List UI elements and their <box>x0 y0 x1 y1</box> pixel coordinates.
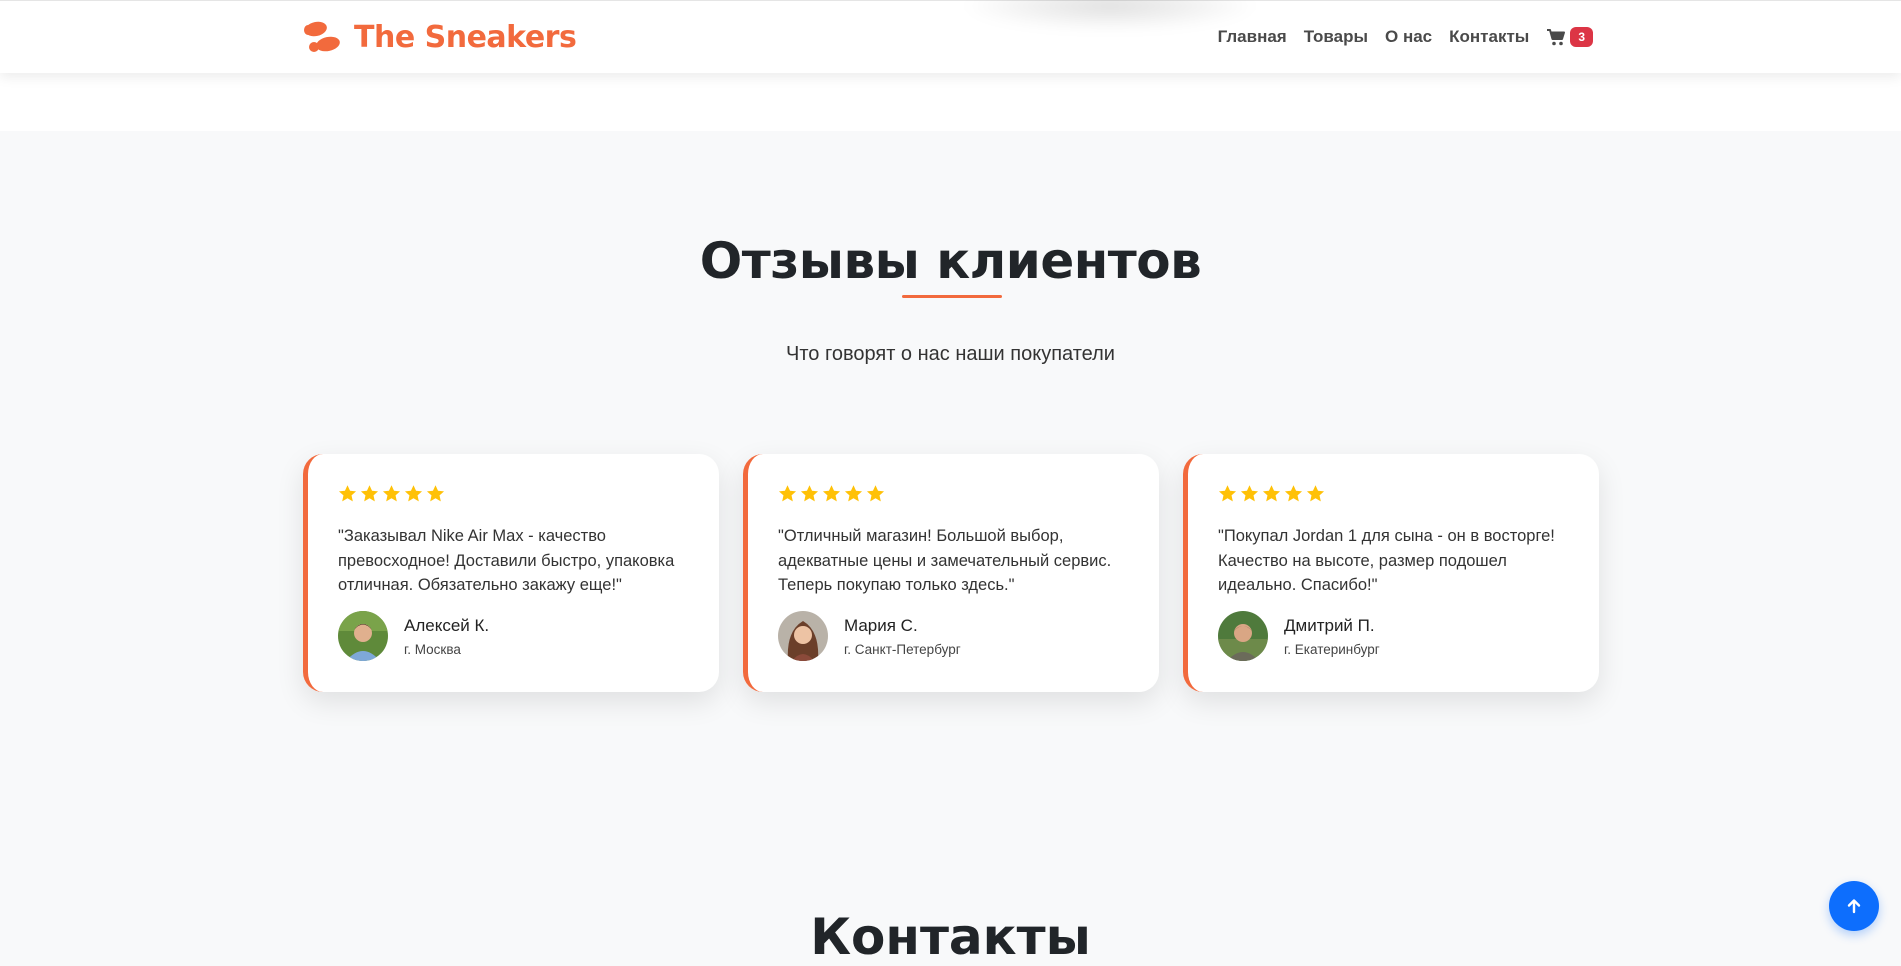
shoe-prints-icon <box>304 21 340 52</box>
rating-stars <box>338 484 691 504</box>
author-name: Мария С. <box>844 615 918 635</box>
review-text: "Отличный магазин! Большой выбор, адеква… <box>778 527 1112 594</box>
star-icon <box>1218 485 1237 502</box>
author-city: г. Екатеринбург <box>1284 641 1380 657</box>
scroll-top-button[interactable] <box>1829 881 1879 931</box>
star-icon <box>866 485 885 502</box>
star-icon <box>404 485 423 502</box>
title-underline <box>902 295 1002 298</box>
cart-button[interactable]: 3 <box>1546 27 1593 47</box>
avatar <box>778 611 828 661</box>
star-icon <box>426 485 445 502</box>
star-icon <box>360 485 379 502</box>
author-name: Алексей К. <box>404 615 490 635</box>
star-icon <box>1240 485 1259 502</box>
star-icon <box>822 485 841 502</box>
review-author: Дмитрий П. г. Екатеринбург <box>1218 611 1380 661</box>
brand-link[interactable]: The Sneakers <box>302 19 577 55</box>
author-city: г. Москва <box>404 641 461 657</box>
star-icon <box>1262 485 1281 502</box>
star-icon <box>844 485 863 502</box>
nav-link-home[interactable]: Главная <box>1218 27 1287 47</box>
author-city: г. Санкт-Петербург <box>844 641 961 657</box>
review-card: "Отличный магазин! Большой выбор, адеква… <box>743 454 1159 692</box>
avatar <box>1218 611 1268 661</box>
brand-name: The Sneakers <box>354 19 577 55</box>
review-author: Мария С. г. Санкт-Петербург <box>778 611 961 661</box>
star-icon <box>1284 485 1303 502</box>
nav-link-products[interactable]: Товары <box>1304 27 1368 47</box>
cart-icon <box>1547 29 1566 46</box>
nav-links: Главная Товары О нас Контакты 3 <box>1218 23 1593 51</box>
rating-stars <box>1218 484 1571 504</box>
reviews-subtitle: Что говорят о нас наши покупатели <box>786 343 1115 365</box>
cart-count-badge: 3 <box>1570 27 1593 47</box>
review-text: "Заказывал Nike Air Max - качество прево… <box>338 527 675 594</box>
star-icon <box>778 485 797 502</box>
star-icon <box>800 485 819 502</box>
review-card: "Покупал Jordan 1 для сына - он в востор… <box>1183 454 1599 692</box>
avatar <box>338 611 388 661</box>
rating-stars <box>778 484 1131 504</box>
contacts-title: Контакты <box>810 908 1091 966</box>
star-icon <box>1306 485 1325 502</box>
review-text: "Покупал Jordan 1 для сына - он в востор… <box>1218 527 1555 594</box>
star-icon <box>382 485 401 502</box>
navbar-shadow-decoration <box>960 0 1260 31</box>
nav-link-about[interactable]: О нас <box>1385 27 1432 47</box>
author-name: Дмитрий П. <box>1284 615 1375 635</box>
review-card: "Заказывал Nike Air Max - качество прево… <box>303 454 719 692</box>
star-icon <box>338 485 357 502</box>
navbar: The Sneakers Главная Товары О нас Контак… <box>0 0 1901 73</box>
review-author: Алексей К. г. Москва <box>338 611 489 661</box>
arrow-up-icon <box>1847 899 1861 914</box>
hero-bottom-band <box>0 73 1901 131</box>
reviews-title: Отзывы клиентов <box>699 232 1202 290</box>
nav-link-contacts[interactable]: Контакты <box>1449 27 1529 47</box>
